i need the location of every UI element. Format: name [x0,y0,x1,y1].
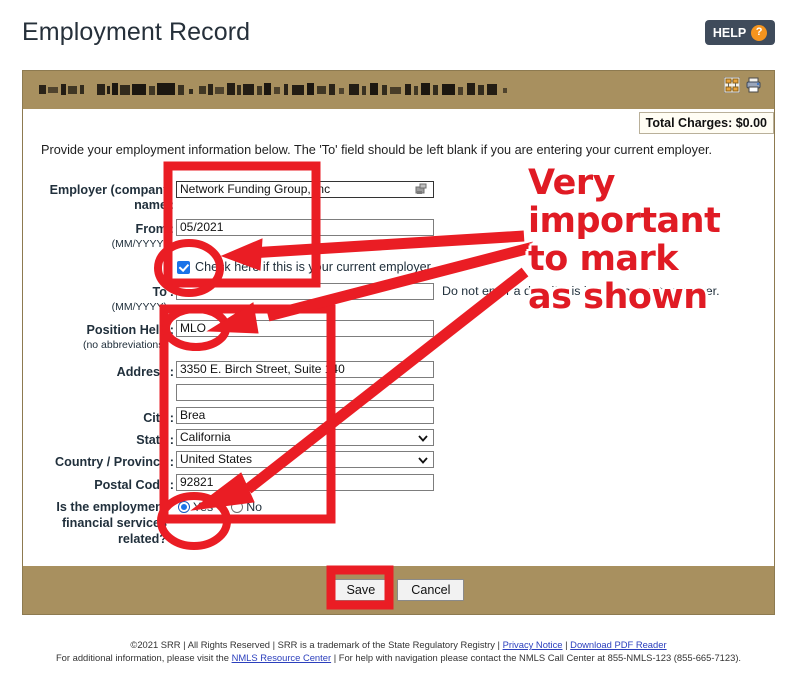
state-select[interactable]: California [176,429,434,446]
radio-no-label: No [246,500,263,514]
legal-footer: ©2021 SRR | All Rights Reserved | SRR is… [0,638,797,664]
to-date-input[interactable] [176,283,434,300]
privacy-notice-link[interactable]: Privacy Notice [503,639,563,650]
address-label-colon: : [169,365,174,379]
position-held-hint: (no abbreviations) [82,339,167,351]
annotation-text: Very important to mark as shown [528,163,721,317]
to-label-colon: : [169,285,174,299]
employer-label-colon: : [169,198,174,212]
legal-line-1: ©2021 SRR | All Rights Reserved | SRR is… [0,638,797,651]
address-line1-input[interactable]: 3350 E. Birch Street, Suite 140 [176,361,434,378]
employer-label-line1: Employer (company [49,183,170,197]
financial-services-no-option[interactable]: No [231,500,262,514]
city-label-colon: : [169,411,174,425]
to-format-hint: (MM/YYYY) [111,301,167,313]
financial-services-label-line2: financial services [61,516,167,530]
city-input[interactable]: Brea [176,407,434,424]
country-select-value: United States [180,452,253,466]
radio-yes-label: Yes [193,500,214,514]
form-action-bar: Save Cancel [23,566,774,614]
postal-code-label: Postal Code [94,478,167,492]
nmls-resource-center-link[interactable]: NMLS Resource Center [232,652,332,663]
additional-info-text: For additional information, please visit… [55,652,232,663]
financial-services-radio-group[interactable]: Yes No [178,500,262,514]
radio-no[interactable] [231,501,244,513]
download-pdf-reader-link[interactable]: Download PDF Reader [570,639,666,650]
postal-code-input[interactable]: 92821 [176,474,434,491]
current-employer-checkbox-row[interactable]: Check here if this is your current emplo… [177,260,434,274]
chevron-down-icon [418,457,428,464]
current-employer-checkbox-label: Check here if this is your current emplo… [195,260,434,274]
state-select-value: California [180,430,231,444]
radio-yes[interactable] [178,501,190,513]
country-label: Country / Province [55,455,167,469]
employer-label-line2: name [134,198,167,212]
position-held-label: Position Held [86,323,167,337]
address-label: Address [116,365,167,379]
current-employer-checkbox[interactable] [177,260,190,274]
copyright-text: ©2021 SRR | All Rights Reserved | SRR is… [130,639,503,650]
financial-services-yes-option[interactable]: Yes [178,500,213,514]
annotation-line-3: to mark [528,239,679,279]
country-select[interactable]: United States [176,451,434,468]
call-center-text: | For help with navigation please contac… [331,652,742,663]
financial-services-label-line1: Is the employment [56,500,167,514]
annotation-line-1: Very [528,163,616,203]
to-label: To [152,285,167,299]
address-line2-input[interactable] [176,384,434,401]
position-held-label-colon: : [169,323,174,337]
city-label: City [143,411,167,425]
cancel-button[interactable]: Cancel [397,579,465,601]
state-label-colon: : [169,433,174,447]
from-format-hint: (MM/YYYY) [111,238,167,250]
from-date-input[interactable]: 05/2021 [176,219,434,236]
annotation-line-2: important [528,201,721,241]
postal-code-label-colon: : [169,478,174,492]
financial-services-label-line3: related? [118,532,167,546]
from-label: From [135,222,167,236]
chevron-down-icon [418,435,428,442]
legal-line-2: For additional information, please visit… [0,651,797,664]
state-label: State [136,433,167,447]
country-label-colon: : [169,455,174,469]
save-button[interactable]: Save [332,579,390,601]
employer-name-input[interactable]: Network Funding Group, Inc [176,181,434,198]
position-held-input[interactable]: MLO [176,320,434,337]
from-label-colon: : [169,222,174,236]
employer-lookup-icon[interactable] [415,183,428,196]
annotation-line-4: as shown [528,277,708,317]
